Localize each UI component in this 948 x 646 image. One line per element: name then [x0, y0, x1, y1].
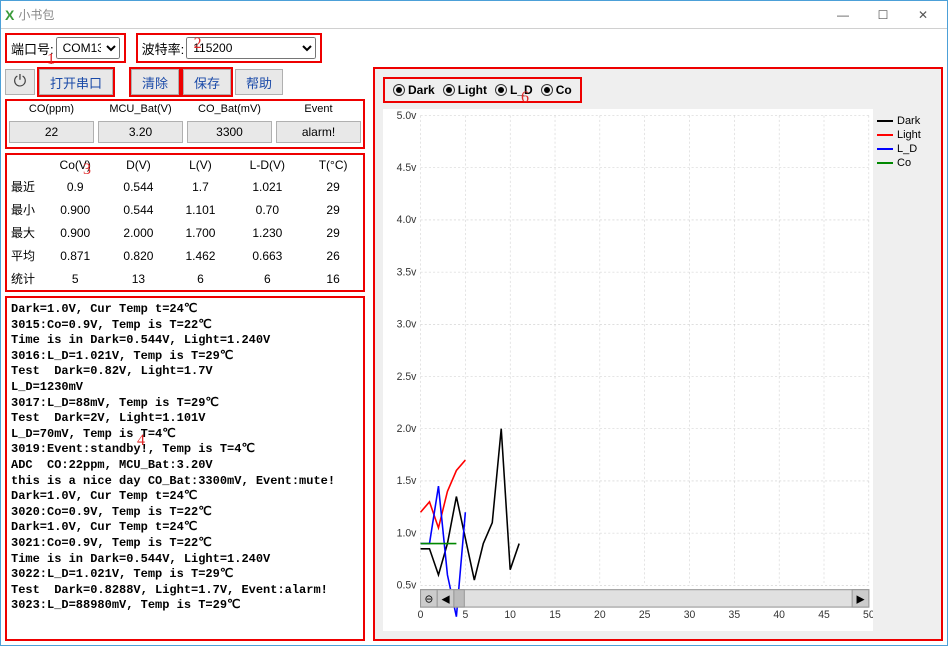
table-header: Co(V)	[43, 155, 107, 175]
svg-text:45: 45	[818, 609, 830, 621]
right-panel: 6 DarkLightL_DCo 5 0.5v1.0v1.5v2.0v2.5v3…	[369, 33, 943, 641]
status-value: 3300	[187, 121, 272, 143]
config-row: 端口号: COM13 1 波特率: 115200 2	[5, 33, 365, 63]
titlebar: X 小书包 — ☐ ✕	[1, 1, 947, 29]
svg-text:⊖: ⊖	[425, 594, 434, 606]
svg-text:4.5v: 4.5v	[397, 162, 417, 174]
svg-text:3.0v: 3.0v	[397, 318, 417, 330]
legend-item: Co	[877, 157, 929, 169]
table-row: 最近0.90.5441.71.02129	[7, 175, 363, 198]
open-port-button[interactable]: 打开串口	[39, 69, 113, 95]
svg-text:◀: ◀	[442, 594, 451, 606]
svg-text:3.5v: 3.5v	[397, 266, 417, 278]
app-icon: X	[5, 7, 14, 23]
svg-text:4.0v: 4.0v	[397, 214, 417, 226]
baud-label: 波特率:	[142, 39, 185, 58]
legend-item: Light	[877, 129, 929, 141]
svg-text:10: 10	[504, 609, 516, 621]
status-value: 22	[9, 121, 94, 143]
svg-text:0.5v: 0.5v	[397, 579, 417, 591]
svg-text:35: 35	[729, 609, 741, 621]
port-label: 端口号:	[11, 39, 54, 58]
radio-light[interactable]: Light	[443, 83, 487, 97]
svg-text:15: 15	[549, 609, 561, 621]
save-button[interactable]: 保存	[183, 69, 231, 95]
series-radio-group: 6 DarkLightL_DCo	[383, 77, 582, 103]
baud-group: 波特率: 115200 2	[136, 33, 323, 63]
status-header: MCU_Bat(V)	[96, 101, 185, 117]
status-header: CO_Bat(mV)	[185, 101, 274, 117]
port-group: 端口号: COM13 1	[5, 33, 126, 63]
svg-text:5: 5	[462, 609, 468, 621]
table-row: 最小0.9000.5441.1010.7029	[7, 198, 363, 221]
svg-text:2.0v: 2.0v	[397, 423, 417, 435]
maximize-button[interactable]: ☐	[863, 2, 903, 28]
chart-legend: Dark Light L_D Co	[873, 109, 933, 631]
port-select[interactable]: COM13	[56, 37, 120, 59]
svg-text:5.0v: 5.0v	[397, 110, 417, 122]
table-header	[7, 155, 43, 175]
table-header: T(°C)	[303, 155, 363, 175]
status-value: alarm!	[276, 121, 361, 143]
table-row: 统计5136616	[7, 267, 363, 290]
status-value: 3.20	[98, 121, 183, 143]
status-header: Event	[274, 101, 363, 117]
clear-button[interactable]: 清除	[131, 69, 179, 95]
minimize-button[interactable]: —	[823, 2, 863, 28]
svg-text:30: 30	[684, 609, 696, 621]
table-header: D(V)	[107, 155, 169, 175]
data-table: 3 Co(V)D(V)L(V)L-D(V)T(°C)最近0.90.5441.71…	[5, 153, 365, 292]
log-panel: 4 Dark=1.0V, Cur Temp t=24℃ 3015:Co=0.9V…	[5, 296, 365, 641]
radio-l_d[interactable]: L_D	[495, 83, 533, 97]
legend-item: L_D	[877, 143, 929, 155]
plot-wrap: 0.5v 1.0v 1.5v 2.0v 2.5v 3.0v 3.5v 4.0v 4.5v 5.0v…	[383, 109, 933, 631]
app-window: X 小书包 — ☐ ✕ 端口号: COM13 1 波特率: 115200	[0, 0, 948, 646]
window-title: 小书包	[18, 6, 54, 23]
status-panel: CO(ppm)MCU_Bat(V)CO_Bat(mV)Event 223.203…	[5, 99, 365, 149]
legend-item: Dark	[877, 115, 929, 127]
content-area: 端口号: COM13 1 波特率: 115200 2 ⏻ 打开串口	[1, 29, 947, 645]
svg-text:25: 25	[639, 609, 651, 621]
power-button[interactable]: ⏻	[5, 69, 35, 95]
help-button[interactable]: 帮助	[235, 69, 283, 95]
svg-text:0: 0	[418, 609, 424, 621]
radio-dark[interactable]: Dark	[393, 83, 435, 97]
svg-text:▶: ▶	[856, 594, 865, 606]
baud-select[interactable]: 115200	[186, 37, 316, 59]
status-header: CO(ppm)	[7, 101, 96, 117]
svg-text:40: 40	[773, 609, 785, 621]
chart-panel: 6 DarkLightL_DCo 5 0.5v1.0v1.5v2.0v2.5v3…	[373, 67, 943, 641]
svg-text:1.0v: 1.0v	[397, 527, 417, 539]
svg-text:20: 20	[594, 609, 606, 621]
log-textarea[interactable]: Dark=1.0V, Cur Temp t=24℃ 3015:Co=0.9V, …	[7, 298, 363, 639]
table-row: 平均0.8710.8201.4620.66326	[7, 244, 363, 267]
svg-text:2.5v: 2.5v	[397, 371, 417, 383]
button-row: ⏻ 打开串口 清除 保存 帮助	[5, 69, 365, 95]
close-button[interactable]: ✕	[903, 2, 943, 28]
table-header: L(V)	[169, 155, 231, 175]
radio-co[interactable]: Co	[541, 83, 572, 97]
svg-text:50: 50	[863, 609, 873, 621]
table-row: 最大0.9002.0001.7001.23029	[7, 221, 363, 244]
svg-text:1.5v: 1.5v	[397, 475, 417, 487]
table-header: L-D(V)	[231, 155, 303, 175]
left-panel: 端口号: COM13 1 波特率: 115200 2 ⏻ 打开串口	[5, 33, 365, 641]
chart-plot[interactable]: 0.5v 1.0v 1.5v 2.0v 2.5v 3.0v 3.5v 4.0v 4.5v 5.0v…	[383, 109, 873, 631]
